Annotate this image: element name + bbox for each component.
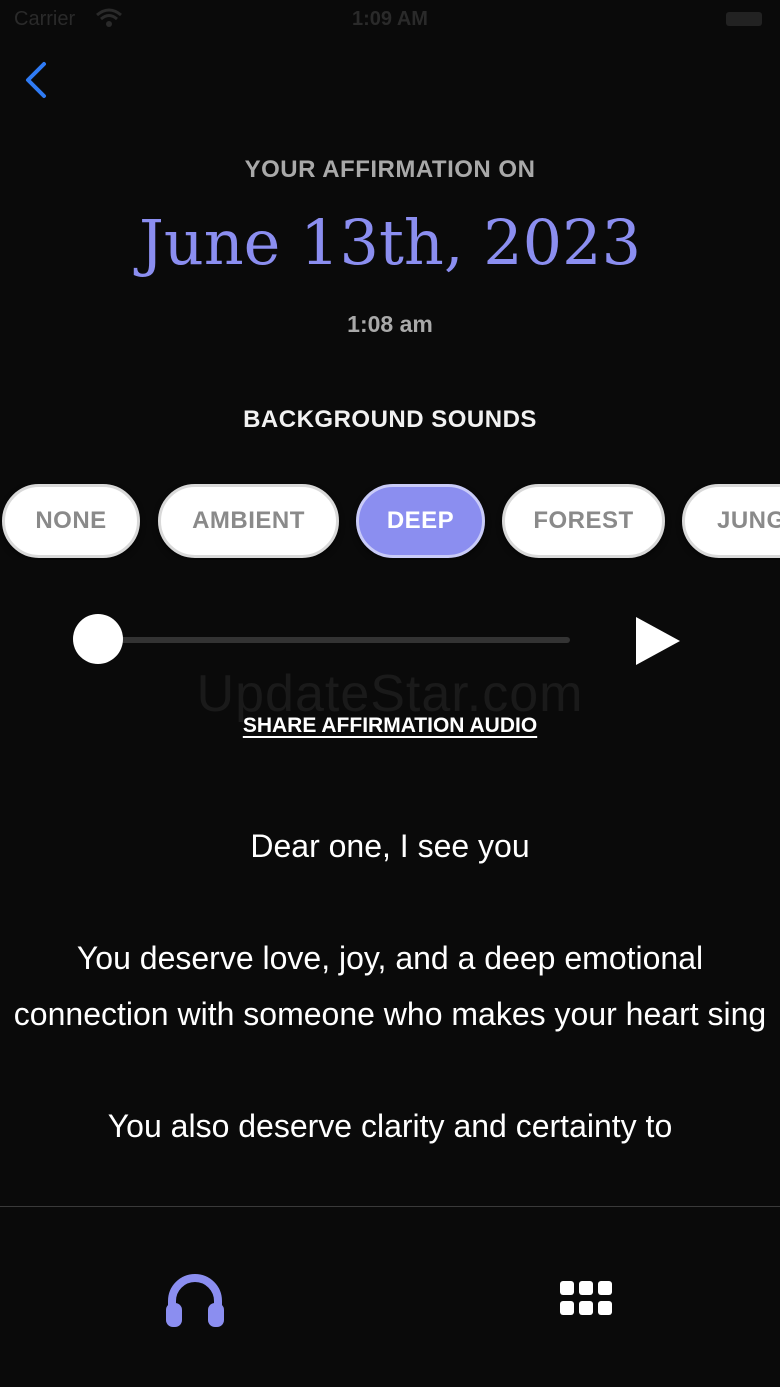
affirmation-paragraph: You deserve love, joy, and a deep emotio… (13, 940, 767, 1032)
affirmation-paragraph: You also deserve clarity and certainty t… (107, 1108, 673, 1144)
sound-option-deep[interactable]: DEEP (356, 484, 485, 558)
sound-option-label: FOREST (533, 507, 634, 534)
grid-icon (560, 1281, 612, 1315)
sound-options: NONE AMBIENT DEEP FOREST JUNG (0, 484, 780, 560)
tab-listen[interactable] (160, 1269, 230, 1333)
tab-menu[interactable] (556, 1277, 616, 1321)
sound-option-none[interactable]: NONE (2, 484, 140, 558)
status-bar: Carrier 1:09 AM (0, 0, 780, 40)
chevron-left-icon (26, 62, 46, 98)
progress-thumb[interactable] (73, 614, 123, 664)
affirmation-paragraph: Dear one, I see you (250, 828, 530, 864)
tab-bar (0, 1206, 780, 1387)
affirmation-kicker: YOUR AFFIRMATION ON (244, 156, 536, 183)
play-button[interactable] (630, 614, 686, 668)
sound-option-label: JUNG (717, 507, 780, 534)
share-affirmation-audio-link[interactable]: SHARE AFFIRMATION AUDIO (0, 714, 780, 738)
status-time: 1:09 AM (352, 8, 428, 30)
sound-option-label: DEEP (386, 507, 455, 534)
sound-option-forest[interactable]: FOREST (502, 484, 665, 558)
sound-option-label: AMBIENT (192, 507, 305, 534)
play-icon (636, 617, 680, 665)
back-button[interactable] (18, 58, 58, 102)
battery-icon (726, 12, 762, 26)
affirmation-date: June 13th, 2023 (138, 206, 642, 279)
background-sounds-title: BACKGROUND SOUNDS (243, 406, 537, 433)
sound-option-ambient[interactable]: AMBIENT (158, 484, 339, 558)
affirmation-time: 1:08 am (347, 311, 433, 337)
sound-option-label: NONE (35, 507, 107, 534)
headphones-icon (166, 1274, 224, 1327)
sound-option-jungle[interactable]: JUNG (682, 484, 780, 558)
progress-track[interactable] (98, 637, 570, 643)
affirmation-text: Dear one, I see you You deserve love, jo… (0, 818, 780, 1206)
